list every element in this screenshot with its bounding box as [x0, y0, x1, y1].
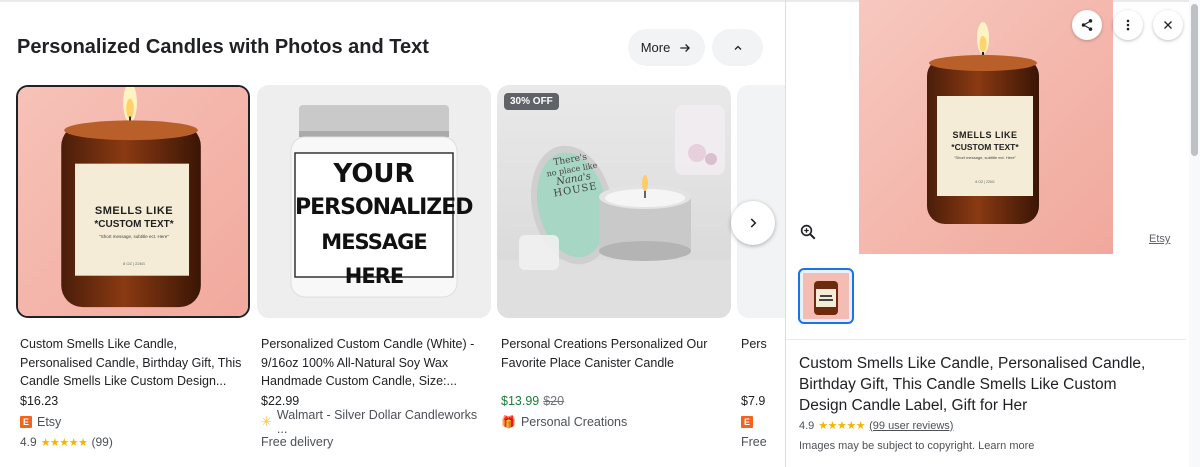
detail-rating: 4.9 ★★★★★ (99 user reviews): [799, 419, 953, 433]
label-line-4: 8 OZ | 226G: [123, 261, 145, 266]
more-vert-icon: [1126, 19, 1130, 31]
discount-badge: 30% OFF: [504, 93, 559, 110]
jar-message-text: YOUR PERSONALIZED MESSAGE HERE: [295, 157, 474, 293]
detail-title[interactable]: Custom Smells Like Candle, Personalised …: [799, 353, 1169, 416]
product-price-3: $13.99 $20: [497, 394, 731, 412]
section-title: Personalized Candles with Photos and Tex…: [17, 36, 429, 58]
merchant-name-3: Personal Creations: [520, 415, 628, 429]
detail-label-line-2: *CUSTOM TEXT*: [951, 142, 1019, 152]
jar-line-2: PERSONALIZED: [295, 195, 474, 220]
detail-rating-value: 4.9: [799, 419, 815, 432]
shopping-results-panel: Personalized Candles with Photos and Tex…: [0, 0, 785, 467]
label-line-3: "Short message, subtitle ect. Here": [99, 234, 169, 239]
original-price-3: $20: [543, 394, 565, 408]
sale-price-3: $13.99: [501, 394, 540, 408]
more-options-button[interactable]: [1113, 10, 1143, 40]
product-title-1[interactable]: Custom Smells Like Candle, Personalised …: [16, 335, 250, 391]
product-card-1[interactable]: SMELLS LIKE *CUSTOM TEXT* "Short message…: [16, 85, 250, 452]
lens-zoom-button[interactable]: [792, 216, 824, 248]
share-button[interactable]: [1072, 10, 1102, 40]
jar-line-1: YOUR: [333, 159, 415, 189]
copyright-note[interactable]: Images may be subject to copyright. Lear…: [799, 440, 1034, 452]
product-card-3[interactable]: There's no place like Nana's HOUSE 30% O…: [497, 85, 731, 432]
product-title-4[interactable]: Pers: [737, 335, 785, 391]
etsy-logo-icon: E: [20, 416, 32, 428]
carousel-next-button[interactable]: [731, 201, 775, 245]
jar-line-3: MESSAGE HERE: [321, 230, 427, 288]
etsy-logo-icon: E: [741, 416, 753, 428]
user-reviews-link[interactable]: (99 user reviews): [869, 420, 953, 432]
rating-value-1: 4.9: [20, 435, 37, 449]
personal-creations-logo-icon: 🎁: [501, 415, 516, 429]
divider: [786, 339, 1186, 340]
scrollbar[interactable]: [1189, 0, 1200, 467]
walmart-spark-icon: ✳: [261, 414, 272, 429]
thumbnail-selected[interactable]: [798, 268, 854, 324]
product-image-2[interactable]: YOUR PERSONALIZED MESSAGE HERE: [257, 85, 491, 318]
more-button[interactable]: More: [628, 29, 705, 66]
star-rating-icon: ★★★★★: [40, 436, 88, 449]
detail-main-image[interactable]: SMELLS LIKE *CUSTOM TEXT* "Short message…: [859, 0, 1113, 254]
chevron-up-icon: [734, 45, 741, 50]
merchant-name-1: Etsy: [37, 415, 62, 429]
detail-label-line-4: 8 OZ | 226G: [975, 180, 995, 184]
merchant-3: 🎁 Personal Creations: [497, 412, 731, 432]
product-image-1[interactable]: SMELLS LIKE *CUSTOM TEXT* "Short message…: [16, 85, 250, 318]
collapse-button[interactable]: [712, 29, 763, 66]
close-button[interactable]: [1153, 10, 1183, 40]
product-title-3[interactable]: Personal Creations Personalized Our Favo…: [497, 335, 731, 391]
label-line-2: *CUSTOM TEXT*: [94, 219, 174, 230]
scrollbar-thumb[interactable]: [1191, 4, 1198, 156]
more-button-label: More: [640, 40, 671, 55]
product-card-4[interactable]: Pers $7.9 E Free: [737, 85, 785, 452]
review-count-1: (99): [91, 435, 113, 449]
product-price-4: $7.9: [741, 394, 766, 408]
product-price-1: $16.23: [20, 394, 59, 408]
arrow-right-icon: [680, 43, 691, 52]
star-rating-icon: ★★★★★: [818, 420, 866, 432]
merchant-2: ✳ Walmart - Silver Dollar Candleworks ..…: [257, 408, 491, 436]
image-source-link[interactable]: Etsy: [1149, 233, 1170, 245]
candle-label-text: SMELLS LIKE *CUSTOM TEXT* "Short message…: [76, 205, 192, 266]
label-line-1: SMELLS LIKE: [94, 205, 174, 217]
product-image-3[interactable]: There's no place like Nana's HOUSE 30% O…: [497, 85, 731, 318]
chevron-right-icon: [750, 218, 757, 228]
detail-label-text: SMELLS LIKE *CUSTOM TEXT* "Short message…: [937, 130, 1033, 184]
shipping-4: Free: [741, 435, 767, 449]
image-detail-panel: SMELLS LIKE *CUSTOM TEXT* "Short message…: [785, 0, 1200, 467]
merchant-1: E Etsy: [16, 412, 250, 432]
merchant-4: E: [737, 412, 785, 432]
product-title-2[interactable]: Personalized Custom Candle (White) - 9/1…: [257, 335, 491, 391]
share-icon: [1081, 19, 1093, 31]
rating-1: 4.9 ★★★★★ (99): [16, 432, 250, 452]
zoom-in-icon: [800, 224, 816, 240]
detail-label-line-3: "Short message, subtitle ect. Here": [954, 155, 1016, 160]
close-icon: [1164, 21, 1172, 29]
product-card-2[interactable]: YOUR PERSONALIZED MESSAGE HERE Personali…: [257, 85, 491, 452]
detail-label-line-1: SMELLS LIKE: [952, 130, 1018, 140]
